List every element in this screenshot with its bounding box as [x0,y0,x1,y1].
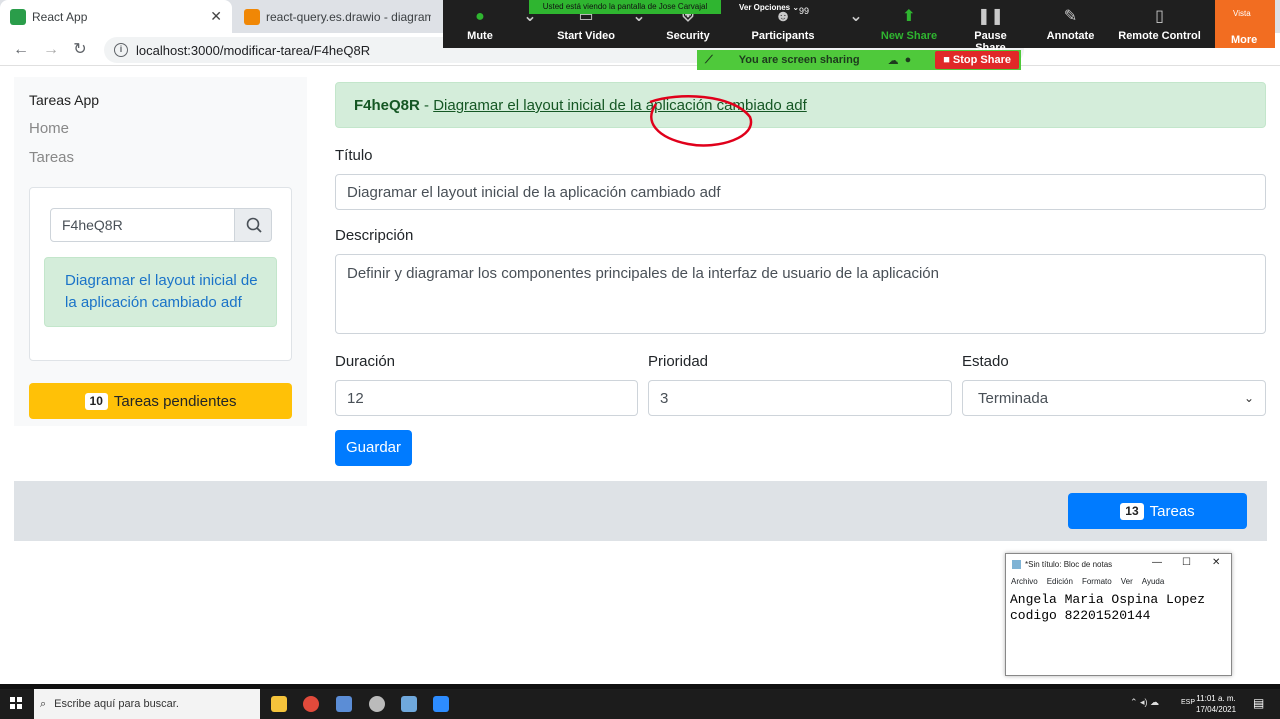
duracion-field[interactable]: 12 [335,380,638,416]
pause-share-button[interactable]: ❚❚ Pause Share [958,0,1023,54]
notepad-text-area[interactable]: Angela Maria Ospina Lopez codigo 8220152… [1006,589,1231,627]
notepad-icon [1012,559,1021,569]
nav-link-home[interactable]: Home [29,120,69,137]
tareas-button[interactable]: 13 Tareas [1068,493,1247,529]
new-share-button[interactable]: ⬆ New Share [879,0,939,48]
annotate-button[interactable]: ✎ Annotate [1043,0,1098,48]
estado-label: Estado [962,353,1009,370]
search-input[interactable] [50,208,235,242]
participants-count: 99 [799,6,810,16]
viewing-banner: Usted está viendo la pantalla de Jose Ca… [529,0,721,14]
prioridad-field[interactable]: 3 [648,380,952,416]
close-icon[interactable]: ✕ [1212,557,1220,568]
sharing-status-text: You are screen sharing [738,54,860,66]
tab-title: react-query.es.drawio - diagrams [266,9,431,24]
file-explorer-icon[interactable] [271,696,287,712]
pause-icon: ❚❚ [977,8,1004,25]
prioridad-label: Prioridad [648,353,709,370]
footer-bar: 13 Tareas [14,481,1267,541]
view-options-menu[interactable]: Ver Opciones ⌄ [739,3,799,12]
estado-select[interactable]: Terminada ⌄ [962,380,1266,416]
titulo-field[interactable]: Diagramar el layout inicial de la aplica… [335,174,1266,210]
estado-selected-value: Terminada [978,389,1049,407]
notepad-window: *Sin título: Bloc de notas — ☐ ✕ Archivo… [1005,553,1232,676]
menu-edicion[interactable]: Edición [1047,577,1073,586]
more-button[interactable]: Vista More [1215,0,1275,48]
alert-separator: - [419,97,434,114]
maximize-icon[interactable]: ☐ [1182,557,1191,568]
taskbar-search-placeholder: Escribe aquí para buscar. [54,698,179,710]
screen-sharing-bar: ⟋ You are screen sharing ☁ ● ■ Stop Shar… [697,50,1021,70]
notepad-menu: Archivo Edición Formato Ver Ayuda [1006,574,1231,589]
close-tab-icon[interactable]: ✕ [210,8,222,25]
descripcion-label: Descripción [335,227,414,244]
nav-link-tareas[interactable]: Tareas [29,149,74,166]
mute-button[interactable]: ● Mute [457,0,503,48]
taskbar-search[interactable]: ⌕ Escribe aquí para buscar. [34,689,260,719]
tab-drawio[interactable]: react-query.es.drawio - diagrams [234,0,444,33]
pending-tasks-button[interactable]: 10 Tareas pendientes [29,383,292,419]
stop-share-button[interactable]: ■ Stop Share [935,51,1019,69]
pending-count-badge: 10 [84,392,108,410]
app-icon-4[interactable] [369,696,385,712]
drag-handle-icon[interactable]: ⟋ [705,54,713,67]
info-icon[interactable]: i [114,43,128,57]
search-icon: ⌕ [40,697,47,710]
mouse-icon: ▯ [1155,8,1164,25]
drawio-favicon-icon [244,8,260,25]
chevron-down-icon: ⌄ [1243,391,1254,405]
windows-start-icon[interactable] [10,697,22,709]
react-favicon-icon [10,8,26,25]
menu-archivo[interactable]: Archivo [1011,577,1038,586]
pencil-icon: ✎ [1063,8,1078,25]
reload-icon[interactable]: ↻ [70,40,90,60]
chrome-icon[interactable] [303,696,319,712]
cloud-icon: ☁ [887,54,899,67]
tab-react-app[interactable]: React App ✕ [0,0,232,33]
windows-taskbar: ⌕ Escribe aquí para buscar. ⌃ ◂) ☁ ESP 1… [0,684,1280,719]
minimize-icon[interactable]: — [1152,557,1162,568]
app-icon-3[interactable] [336,696,352,712]
search-card: Diagramar el layout inicial de la aplica… [29,187,292,361]
menu-ver[interactable]: Ver [1121,577,1133,586]
remote-control-button[interactable]: ▯ Remote Control [1117,0,1202,48]
search-button[interactable] [234,208,272,242]
pending-label: Tareas pendientes [113,392,237,410]
notepad-title: *Sin título: Bloc de notas [1025,559,1113,569]
tareas-count-badge: 13 [1120,502,1144,520]
task-code: F4heQ8R [354,97,420,114]
url-text: localhost:3000/modificar-tarea/F4heQ8R [136,42,371,58]
notepad-titlebar[interactable]: *Sin título: Bloc de notas — ☐ ✕ [1006,554,1231,574]
participants-chevron-icon[interactable]: ⌄ [847,0,865,48]
search-icon [246,217,262,233]
forward-arrow-icon[interactable]: → [41,40,61,60]
zoom-app-icon[interactable] [433,696,449,712]
share-arrow-icon: ⬆ [902,8,916,25]
vista-label: Vista [1233,9,1251,18]
brand-title[interactable]: Tareas App [29,92,99,108]
tab-title: React App [32,9,88,24]
more-label: More [1231,34,1258,46]
taskbar-clock[interactable]: 11:01 a. m. 17/04/2021 [1196,693,1236,715]
language-indicator[interactable]: ESP [1181,699,1195,706]
notification-icon[interactable]: ▤ [1253,696,1264,710]
annotation-circle [649,95,753,147]
sidebar: Tareas App Home Tareas Diagramar el layo… [14,77,307,426]
menu-ayuda[interactable]: Ayuda [1142,577,1165,586]
tray-icons[interactable]: ⌃ ◂) ☁ [1130,697,1159,708]
duracion-label: Duración [335,353,396,370]
tareas-label: Tareas [1149,502,1195,520]
save-button[interactable]: Guardar [335,430,412,466]
menu-formato[interactable]: Formato [1082,577,1112,586]
back-arrow-icon[interactable]: ← [11,40,31,60]
shield-check-icon: ● [904,54,912,66]
search-result-item[interactable]: Diagramar el layout inicial de la aplica… [44,257,277,327]
microphone-icon: ● [475,8,485,25]
descripcion-textarea[interactable]: Definir y diagramar los componentes prin… [335,254,1266,334]
titulo-label: Título [335,147,373,164]
app-icon-5[interactable] [401,696,417,712]
task-alert: F4heQ8R - Diagramar el layout inicial de… [335,82,1266,128]
